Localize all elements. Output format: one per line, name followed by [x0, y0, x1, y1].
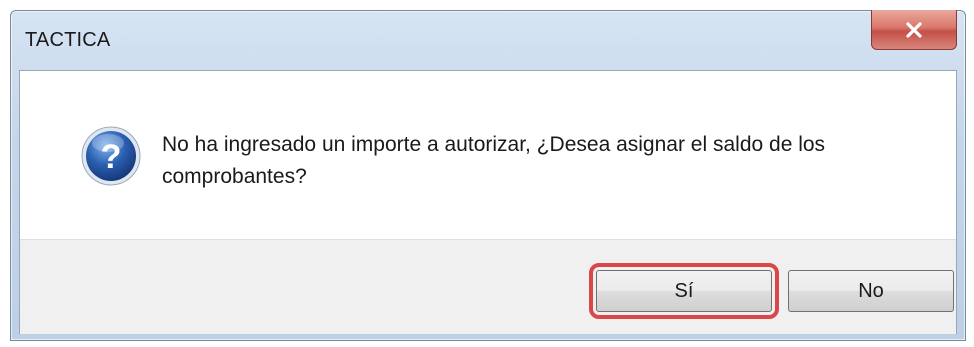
window-title: TACTICA	[25, 29, 111, 51]
no-button[interactable]: No	[788, 270, 954, 312]
dialog-message: No ha ingresado un importe a autorizar, …	[162, 133, 826, 188]
close-button[interactable]	[871, 10, 957, 50]
svg-text:?: ?	[101, 138, 122, 176]
dialog-window: TACTICA ? No ha ingresado un importe a a…	[10, 10, 966, 341]
close-icon	[903, 21, 925, 39]
button-bar: Sí No	[20, 239, 956, 334]
title-bar[interactable]: TACTICA	[11, 10, 965, 71]
dialog-body: ? No ha ingresado un importe a autorizar…	[19, 70, 957, 334]
yes-button[interactable]: Sí	[589, 263, 779, 319]
question-icon: ?	[80, 125, 142, 187]
message-area: ? No ha ingresado un importe a autorizar…	[20, 71, 956, 239]
